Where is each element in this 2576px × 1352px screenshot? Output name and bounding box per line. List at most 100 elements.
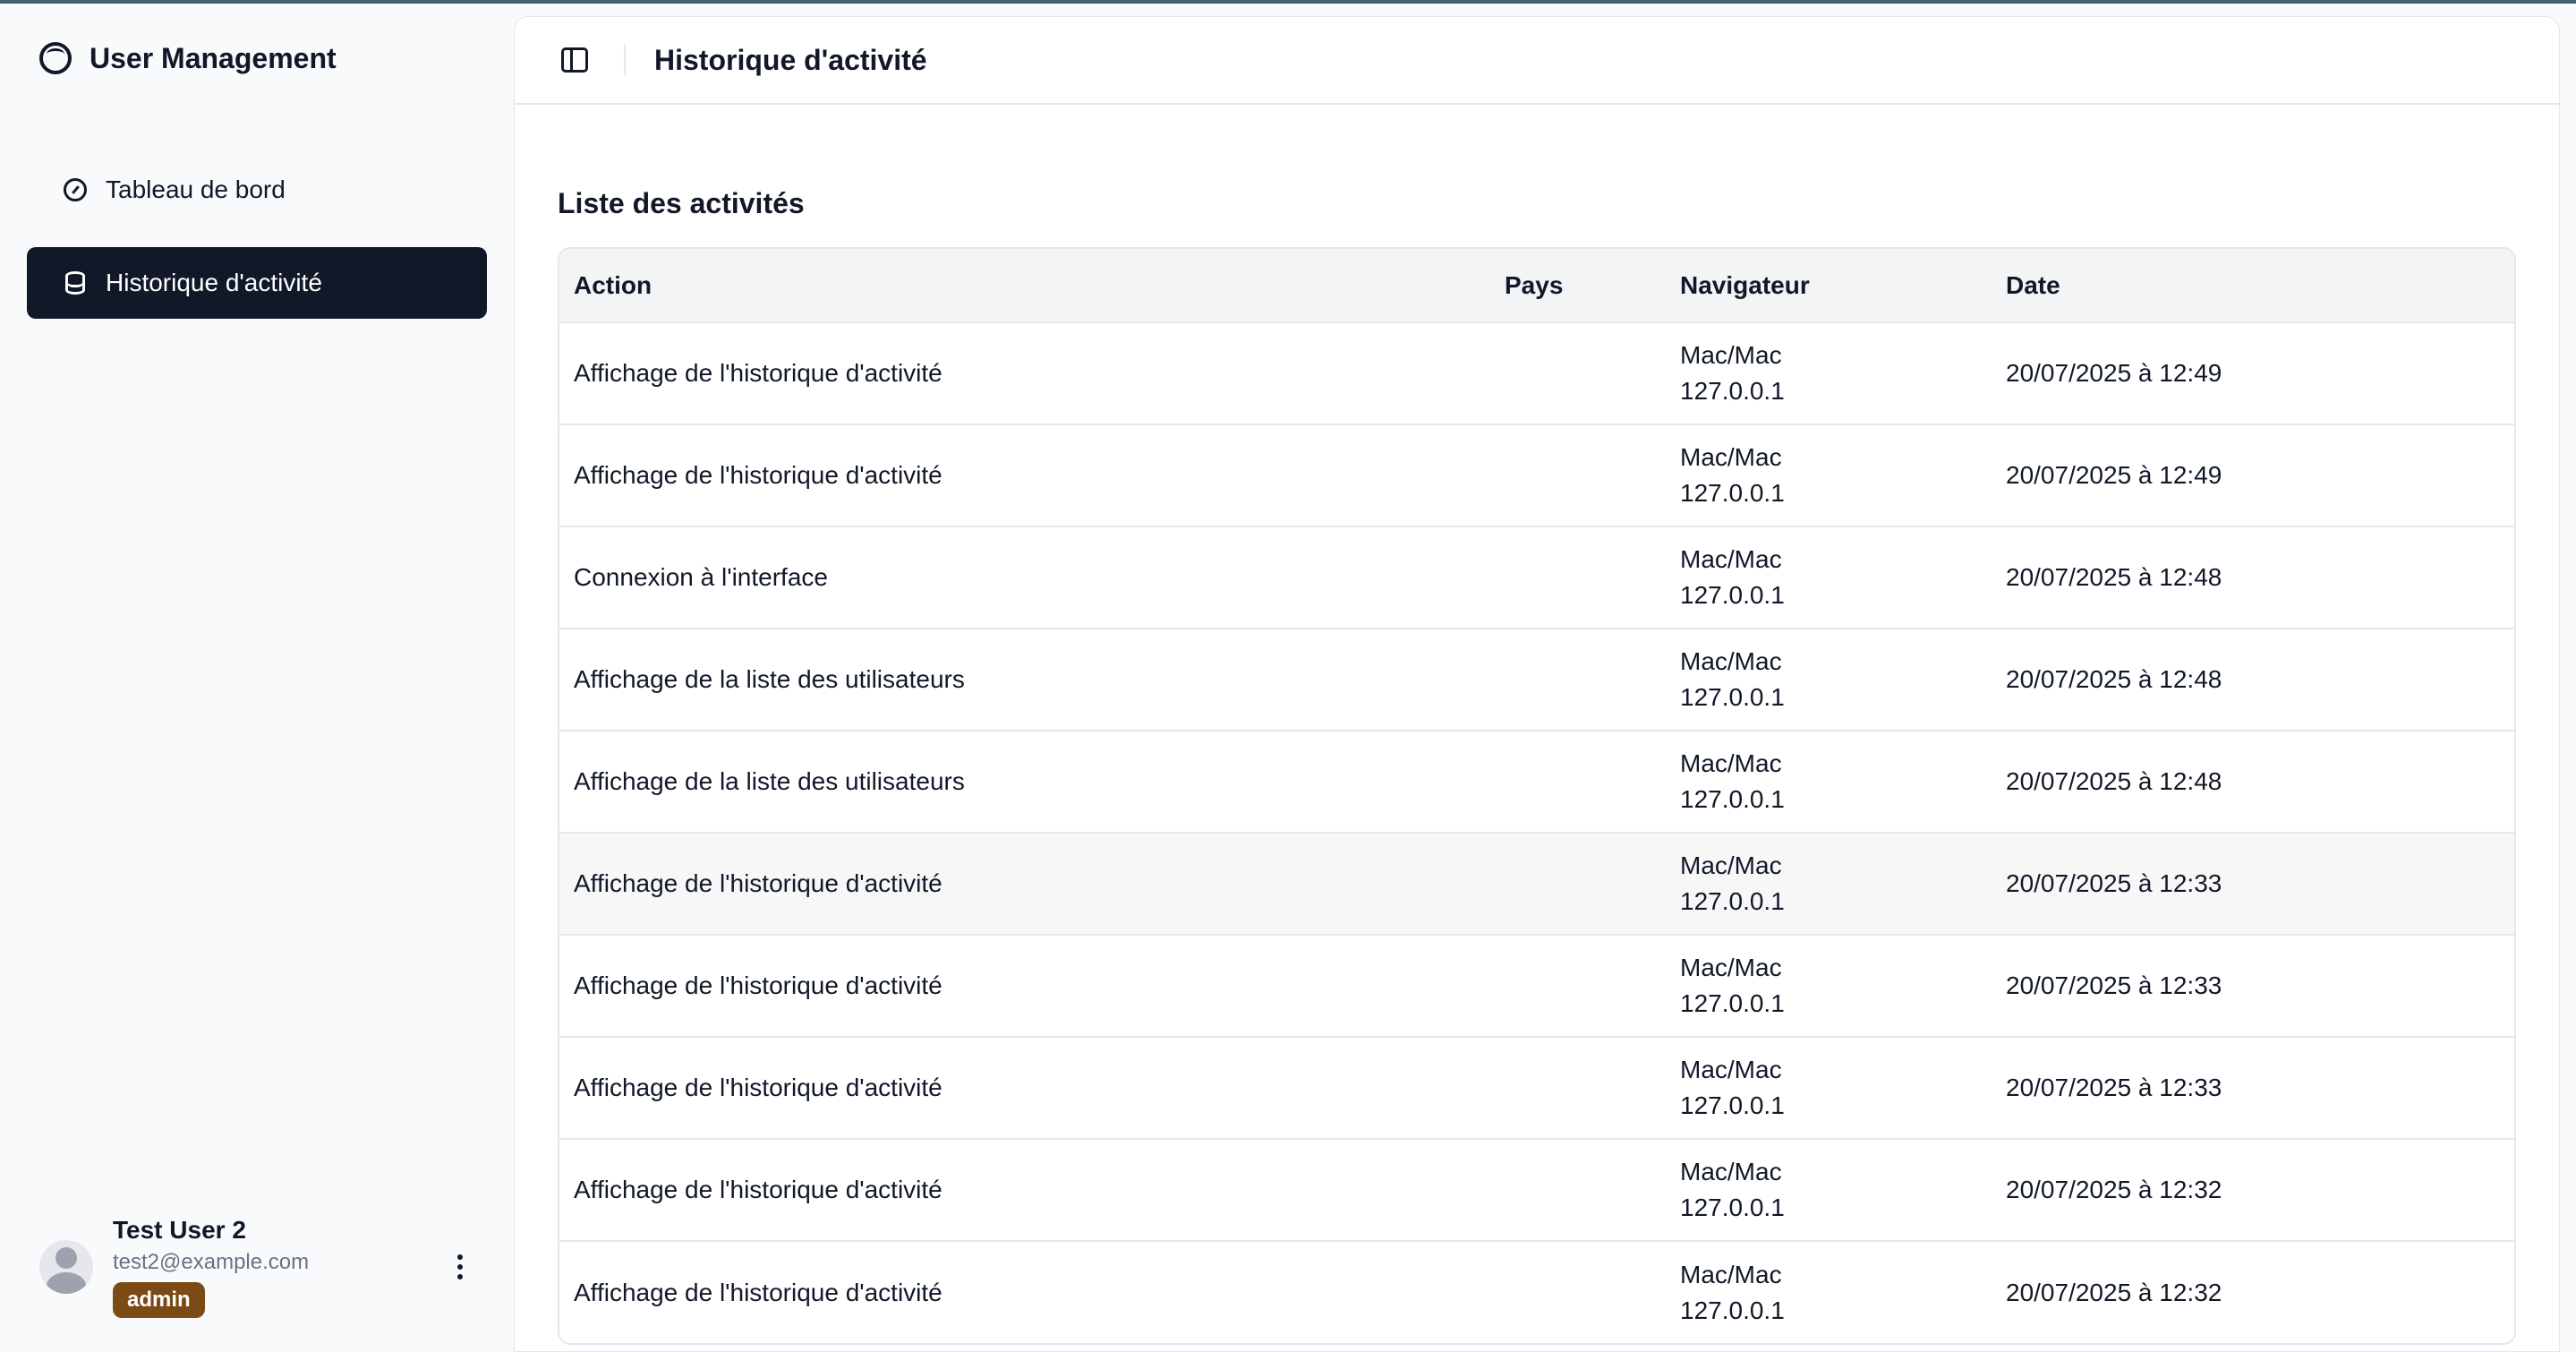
cell-date: 20/07/2025 à 12:48 bbox=[1992, 730, 2514, 833]
activity-table: Action Pays Navigateur Date Affichage de… bbox=[558, 247, 2516, 1345]
ip-address: 127.0.0.1 bbox=[1680, 377, 1785, 405]
section-title: Liste des activités bbox=[558, 187, 805, 219]
cell-country bbox=[1490, 424, 1666, 526]
cell-country bbox=[1490, 832, 1666, 935]
table-row[interactable]: Affichage de la liste des utilisateurs M… bbox=[559, 730, 2514, 833]
browser-name: Mac/Mac bbox=[1680, 1260, 1782, 1288]
cell-browser: Mac/Mac 127.0.0.1 bbox=[1666, 1036, 1992, 1139]
user-card[interactable]: Test User 2 test2@example.com admin bbox=[39, 1209, 478, 1325]
logo-icon bbox=[39, 42, 72, 74]
cell-action: Affichage de l'historique d'activité bbox=[559, 1240, 1490, 1343]
cell-action: Affichage de la liste des utilisateurs bbox=[559, 730, 1490, 833]
brand[interactable]: User Management bbox=[27, 4, 487, 113]
user-info: Test User 2 test2@example.com admin bbox=[113, 1216, 442, 1318]
cell-country bbox=[1490, 1240, 1666, 1343]
user-name: Test User 2 bbox=[113, 1216, 246, 1244]
cell-action: Connexion à l'interface bbox=[559, 526, 1490, 629]
gauge-icon bbox=[63, 177, 88, 202]
browser-name: Mac/Mac bbox=[1680, 954, 1782, 981]
table-row[interactable]: Affichage de la liste des utilisateurs M… bbox=[559, 628, 2514, 731]
cell-date: 20/07/2025 à 12:32 bbox=[1992, 1138, 2514, 1241]
browser-name: Mac/Mac bbox=[1680, 851, 1782, 879]
ip-address: 127.0.0.1 bbox=[1680, 1091, 1785, 1119]
table-row[interactable]: Affichage de l'historique d'activité Mac… bbox=[559, 1138, 2514, 1241]
sidebar-item-activity-history[interactable]: Historique d'activité bbox=[27, 247, 487, 319]
cell-action: Affichage de l'historique d'activité bbox=[559, 321, 1490, 424]
ip-address: 127.0.0.1 bbox=[1680, 887, 1785, 915]
browser-name: Mac/Mac bbox=[1680, 1056, 1782, 1083]
cell-country bbox=[1490, 321, 1666, 424]
cell-country bbox=[1490, 1138, 1666, 1241]
app-title: User Management bbox=[90, 41, 337, 74]
table-row[interactable]: Affichage de l'historique d'activité Mac… bbox=[559, 424, 2514, 526]
sidebar-nav: Tableau de bord Historique d'activité bbox=[27, 154, 487, 319]
more-options-icon[interactable] bbox=[442, 1245, 478, 1289]
cell-browser: Mac/Mac 127.0.0.1 bbox=[1666, 934, 1992, 1037]
table-row[interactable]: Affichage de l'historique d'activité Mac… bbox=[559, 321, 2514, 424]
cell-browser: Mac/Mac 127.0.0.1 bbox=[1666, 321, 1992, 424]
cell-date: 20/07/2025 à 12:32 bbox=[1992, 1240, 2514, 1343]
header-divider bbox=[624, 45, 626, 75]
cell-country bbox=[1490, 934, 1666, 1037]
cell-browser: Mac/Mac 127.0.0.1 bbox=[1666, 832, 1992, 935]
ip-address: 127.0.0.1 bbox=[1680, 1194, 1785, 1221]
cell-action: Affichage de l'historique d'activité bbox=[559, 934, 1490, 1037]
page-title: Historique d'activité bbox=[654, 43, 927, 76]
browser-name: Mac/Mac bbox=[1680, 443, 1782, 471]
ip-address: 127.0.0.1 bbox=[1680, 989, 1785, 1017]
cell-date: 20/07/2025 à 12:33 bbox=[1992, 832, 2514, 935]
ip-address: 127.0.0.1 bbox=[1680, 581, 1785, 609]
database-icon bbox=[63, 270, 88, 295]
cell-browser: Mac/Mac 127.0.0.1 bbox=[1666, 1138, 1992, 1241]
ip-address: 127.0.0.1 bbox=[1680, 683, 1785, 711]
cell-country bbox=[1490, 1036, 1666, 1139]
table-row[interactable]: Affichage de l'historique d'activité Mac… bbox=[559, 1240, 2514, 1343]
browser-name: Mac/Mac bbox=[1680, 647, 1782, 675]
browser-name: Mac/Mac bbox=[1680, 545, 1782, 573]
cell-action: Affichage de la liste des utilisateurs bbox=[559, 628, 1490, 731]
sidebar-toggle-icon[interactable] bbox=[561, 47, 588, 73]
cell-date: 20/07/2025 à 12:33 bbox=[1992, 934, 2514, 1037]
user-email: test2@example.com bbox=[113, 1250, 310, 1274]
table-row[interactable]: Affichage de l'historique d'activité Mac… bbox=[559, 934, 2514, 1037]
browser-name: Mac/Mac bbox=[1680, 1158, 1782, 1185]
cell-date: 20/07/2025 à 12:48 bbox=[1992, 628, 2514, 731]
table-header-row: Action Pays Navigateur Date bbox=[559, 249, 2514, 322]
main-panel: Historique d'activité Liste des activité… bbox=[514, 16, 2560, 1352]
sidebar: User Management Tableau de bord Historiq… bbox=[0, 4, 514, 1352]
cell-browser: Mac/Mac 127.0.0.1 bbox=[1666, 730, 1992, 833]
column-header-browser[interactable]: Navigateur bbox=[1666, 249, 1992, 322]
cell-country bbox=[1490, 730, 1666, 833]
sidebar-item-label: Tableau de bord bbox=[106, 175, 286, 203]
table-row[interactable]: Affichage de l'historique d'activité Mac… bbox=[559, 832, 2514, 935]
page-header: Historique d'activité bbox=[515, 17, 2559, 105]
sidebar-item-dashboard[interactable]: Tableau de bord bbox=[27, 154, 487, 226]
content: Liste des activités Action Pays Navigate… bbox=[515, 105, 2559, 1345]
table-row[interactable]: Affichage de l'historique d'activité Mac… bbox=[559, 1036, 2514, 1139]
column-header-country[interactable]: Pays bbox=[1490, 249, 1666, 322]
column-header-date[interactable]: Date bbox=[1992, 249, 2514, 322]
table-row[interactable]: Connexion à l'interface Mac/Mac 127.0.0.1… bbox=[559, 526, 2514, 629]
cell-date: 20/07/2025 à 12:48 bbox=[1992, 526, 2514, 629]
cell-country bbox=[1490, 526, 1666, 629]
cell-date: 20/07/2025 à 12:33 bbox=[1992, 1036, 2514, 1139]
cell-browser: Mac/Mac 127.0.0.1 bbox=[1666, 1240, 1992, 1343]
cell-action: Affichage de l'historique d'activité bbox=[559, 832, 1490, 935]
cell-date: 20/07/2025 à 12:49 bbox=[1992, 321, 2514, 424]
avatar bbox=[39, 1240, 93, 1294]
cell-action: Affichage de l'historique d'activité bbox=[559, 1036, 1490, 1139]
cell-date: 20/07/2025 à 12:49 bbox=[1992, 424, 2514, 526]
cell-browser: Mac/Mac 127.0.0.1 bbox=[1666, 526, 1992, 629]
sidebar-item-label: Historique d'activité bbox=[106, 269, 322, 296]
ip-address: 127.0.0.1 bbox=[1680, 479, 1785, 507]
column-header-action[interactable]: Action bbox=[559, 249, 1490, 322]
role-badge: admin bbox=[113, 1282, 205, 1318]
browser-name: Mac/Mac bbox=[1680, 749, 1782, 777]
cell-browser: Mac/Mac 127.0.0.1 bbox=[1666, 424, 1992, 526]
app-shell: User Management Tableau de bord Historiq… bbox=[0, 4, 2576, 1352]
cell-action: Affichage de l'historique d'activité bbox=[559, 424, 1490, 526]
cell-country bbox=[1490, 628, 1666, 731]
browser-name: Mac/Mac bbox=[1680, 341, 1782, 369]
cell-action: Affichage de l'historique d'activité bbox=[559, 1138, 1490, 1241]
cell-browser: Mac/Mac 127.0.0.1 bbox=[1666, 628, 1992, 731]
